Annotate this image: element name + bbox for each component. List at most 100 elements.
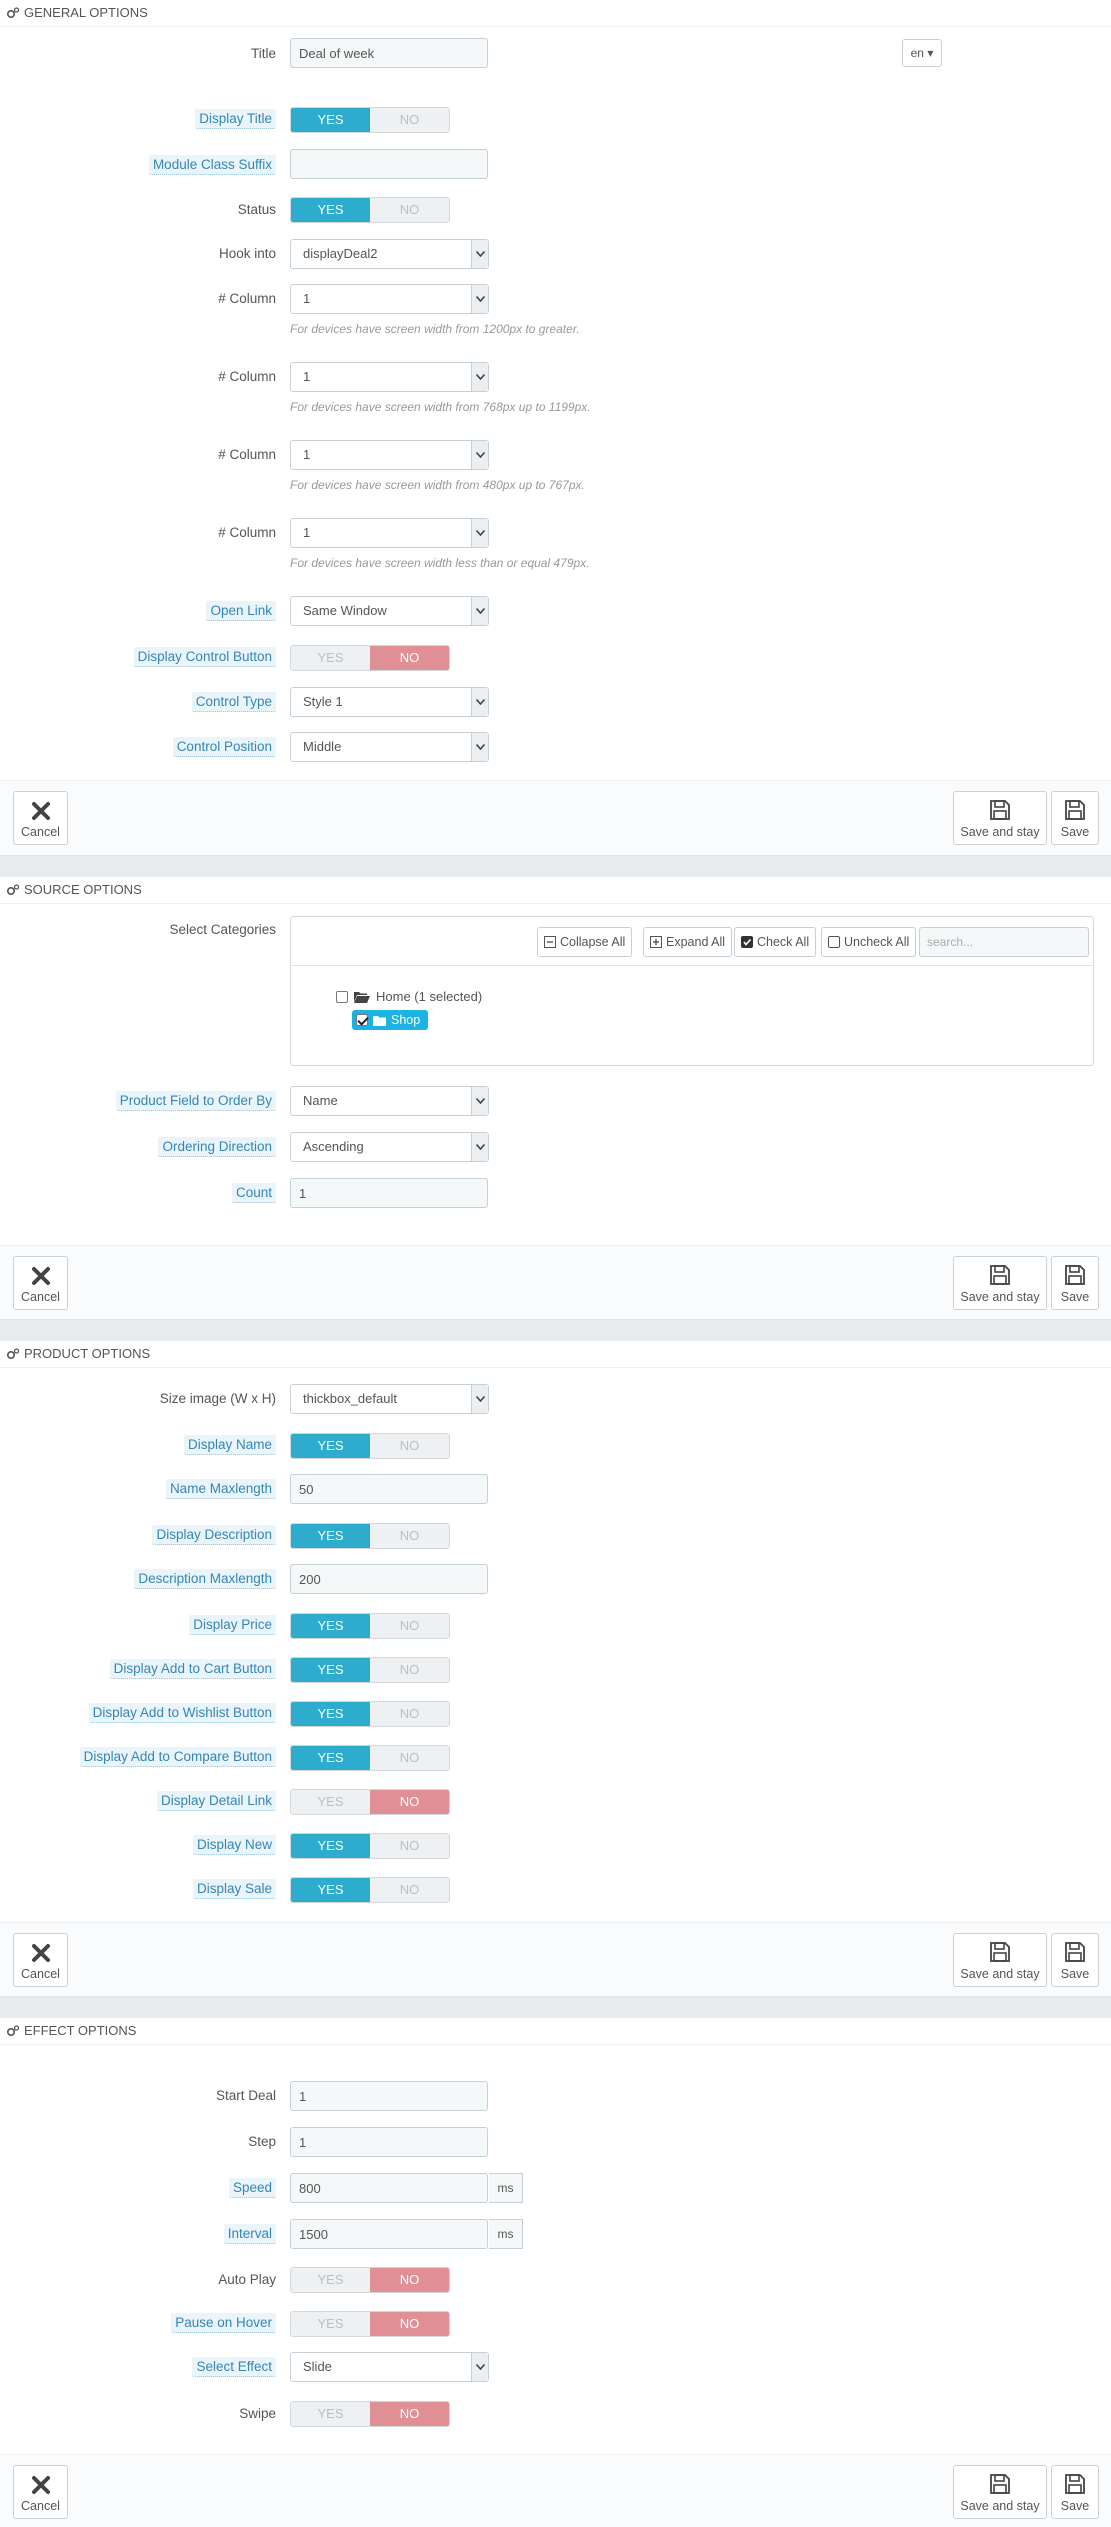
- save-and-stay-button[interactable]: Save and stay: [953, 791, 1047, 845]
- toggle-no[interactable]: NO: [370, 1702, 449, 1726]
- count-input[interactable]: [290, 1178, 488, 1208]
- toggle-no[interactable]: NO: [370, 2312, 449, 2336]
- control-type-select[interactable]: Style 1: [290, 687, 489, 717]
- direction-select[interactable]: Ascending: [290, 1132, 489, 1162]
- display-price-toggle[interactable]: YES NO: [290, 1613, 450, 1639]
- toggle-no[interactable]: NO: [370, 1434, 449, 1458]
- status-label: Status: [237, 202, 276, 217]
- uncheck-all-button[interactable]: Uncheck All: [821, 927, 917, 957]
- toggle-yes[interactable]: YES: [291, 1658, 370, 1682]
- home-checkbox[interactable]: [336, 990, 348, 1003]
- interval-input[interactable]: [290, 2219, 488, 2249]
- save-icon: [1065, 1942, 1085, 1962]
- size-image-select[interactable]: thickbox_default: [290, 1384, 489, 1414]
- uncheck-all-label: Uncheck All: [844, 935, 910, 949]
- save-button[interactable]: Save: [1051, 1256, 1099, 1310]
- toggle-yes[interactable]: YES: [291, 1614, 370, 1638]
- toggle-yes[interactable]: YES: [291, 198, 370, 222]
- toggle-yes[interactable]: YES: [291, 2312, 370, 2336]
- step-input[interactable]: [290, 2127, 488, 2157]
- column-480-select[interactable]: 1: [290, 440, 489, 470]
- toggle-no[interactable]: NO: [370, 1524, 449, 1548]
- toggle-yes[interactable]: YES: [291, 1702, 370, 1726]
- column-1200-select[interactable]: 1: [290, 284, 489, 314]
- toggle-no[interactable]: NO: [370, 1658, 449, 1682]
- column-768-select[interactable]: 1: [290, 362, 489, 392]
- start-deal-input[interactable]: [290, 2081, 488, 2111]
- shop-checkbox[interactable]: [356, 1014, 368, 1026]
- column-768-row: # Column 1 For devices have screen width…: [0, 362, 1111, 414]
- collapse-all-button[interactable]: Collapse All: [537, 927, 633, 957]
- size-image-label: Size image (W x H): [159, 1391, 276, 1406]
- open-link-select[interactable]: Same Window: [290, 596, 489, 626]
- control-position-select[interactable]: Middle: [290, 732, 489, 762]
- save-button[interactable]: Save: [1051, 2465, 1099, 2519]
- toggle-yes[interactable]: YES: [291, 1834, 370, 1858]
- cancel-button[interactable]: Cancel: [13, 791, 68, 845]
- toggle-no[interactable]: NO: [370, 1878, 449, 1902]
- expand-all-button[interactable]: Expand All: [643, 927, 733, 957]
- chevron-down-icon: [471, 733, 488, 761]
- toggle-no[interactable]: NO: [370, 1790, 449, 1814]
- pause-hover-toggle[interactable]: YES NO: [290, 2311, 450, 2337]
- cancel-button[interactable]: Cancel: [13, 1256, 68, 1310]
- toggle-yes[interactable]: YES: [291, 1790, 370, 1814]
- toggle-no[interactable]: NO: [370, 1746, 449, 1770]
- swipe-toggle[interactable]: YES NO: [290, 2401, 450, 2427]
- column-label: # Column: [218, 447, 276, 462]
- display-name-toggle[interactable]: YES NO: [290, 1433, 450, 1459]
- add-wishlist-toggle[interactable]: YES NO: [290, 1701, 450, 1727]
- select-effect-select[interactable]: Slide: [290, 2352, 489, 2382]
- toggle-yes[interactable]: YES: [291, 2268, 370, 2292]
- open-link-value: Same Window: [303, 603, 387, 618]
- toggle-yes[interactable]: YES: [291, 1746, 370, 1770]
- cancel-button[interactable]: Cancel: [13, 2465, 68, 2519]
- save-and-stay-button[interactable]: Save and stay: [953, 1933, 1047, 1987]
- save-and-stay-button[interactable]: Save and stay: [953, 2465, 1047, 2519]
- panel-gap: [0, 1320, 1111, 1341]
- toggle-yes[interactable]: YES: [291, 1434, 370, 1458]
- order-by-select[interactable]: Name: [290, 1086, 489, 1116]
- toggle-no[interactable]: NO: [370, 108, 449, 132]
- hook-select[interactable]: displayDeal2: [290, 239, 489, 269]
- toggle-yes[interactable]: YES: [291, 646, 370, 670]
- name-maxlength-input[interactable]: [290, 1474, 488, 1504]
- save-button[interactable]: Save: [1051, 791, 1099, 845]
- toggle-no[interactable]: NO: [370, 2402, 449, 2426]
- autoplay-toggle[interactable]: YES NO: [290, 2267, 450, 2293]
- control-button-toggle[interactable]: YES NO: [290, 645, 450, 671]
- toggle-no[interactable]: NO: [370, 198, 449, 222]
- add-compare-toggle[interactable]: YES NO: [290, 1745, 450, 1771]
- toggle-yes[interactable]: YES: [291, 1878, 370, 1902]
- size-image-value: thickbox_default: [303, 1391, 397, 1406]
- save-and-stay-button[interactable]: Save and stay: [953, 1256, 1047, 1310]
- toggle-yes[interactable]: YES: [291, 1524, 370, 1548]
- toggle-no[interactable]: NO: [370, 646, 449, 670]
- suffix-input[interactable]: [290, 149, 488, 179]
- order-by-value: Name: [303, 1093, 338, 1108]
- display-title-toggle[interactable]: YES NO: [290, 107, 450, 133]
- language-dropdown[interactable]: en ▾: [902, 39, 942, 67]
- toggle-no[interactable]: NO: [370, 1614, 449, 1638]
- speed-input[interactable]: [290, 2173, 488, 2203]
- title-input[interactable]: [290, 38, 488, 68]
- tree-node-home[interactable]: Home (1 selected): [336, 989, 482, 1004]
- tree-search-input[interactable]: search...: [919, 927, 1089, 957]
- display-description-toggle[interactable]: YES NO: [290, 1523, 450, 1549]
- cancel-button[interactable]: Cancel: [13, 1933, 68, 1987]
- save-button[interactable]: Save: [1051, 1933, 1099, 1987]
- toggle-no[interactable]: NO: [370, 2268, 449, 2292]
- description-maxlength-input[interactable]: [290, 1564, 488, 1594]
- display-new-toggle[interactable]: YES NO: [290, 1833, 450, 1859]
- hook-label: Hook into: [218, 246, 276, 261]
- add-cart-toggle[interactable]: YES NO: [290, 1657, 450, 1683]
- tree-node-shop[interactable]: Shop: [352, 1010, 429, 1030]
- status-toggle[interactable]: YES NO: [290, 197, 450, 223]
- toggle-no[interactable]: NO: [370, 1834, 449, 1858]
- display-sale-toggle[interactable]: YES NO: [290, 1877, 450, 1903]
- detail-link-toggle[interactable]: YES NO: [290, 1789, 450, 1815]
- toggle-yes[interactable]: YES: [291, 108, 370, 132]
- column-479-select[interactable]: 1: [290, 518, 489, 548]
- toggle-yes[interactable]: YES: [291, 2402, 370, 2426]
- check-all-button[interactable]: Check All: [734, 927, 817, 957]
